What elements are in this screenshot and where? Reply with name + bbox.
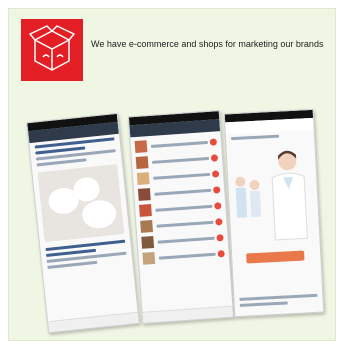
- open-box-icon: [21, 19, 83, 81]
- phone-mockup-doctor: [223, 108, 325, 318]
- phone-mockups-illustration: [26, 107, 325, 334]
- phone-mockup-shop: [127, 110, 235, 324]
- promo-card: We have e-commerce and shops for marketi…: [8, 8, 336, 341]
- phone-mockup-news: [26, 112, 140, 334]
- headline: We have e-commerce and shops for marketi…: [91, 39, 324, 49]
